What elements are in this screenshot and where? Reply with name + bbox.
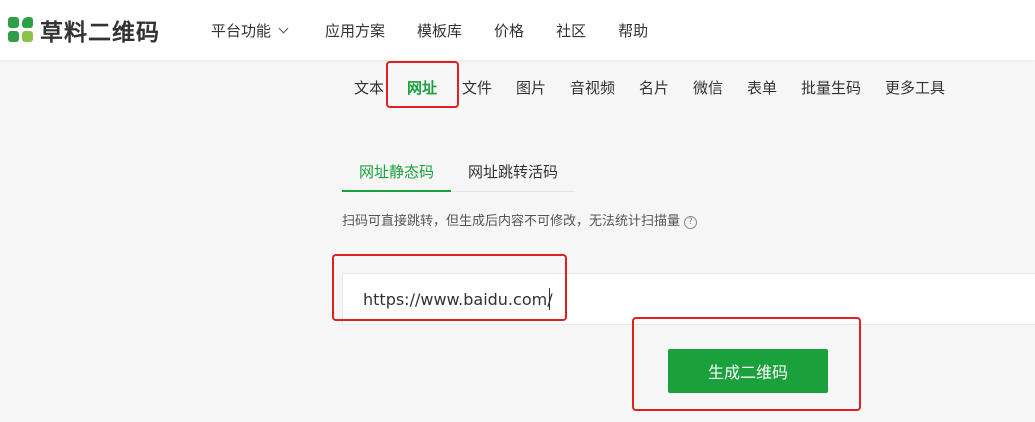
help-icon[interactable]: ? (684, 215, 698, 229)
main-nav: 平台功能 应用方案 模板库 价格 社区 帮助 (211, 0, 648, 60)
nav-item-pricing[interactable]: 价格 (494, 20, 524, 41)
hint-text: 扫码可直接跳转，但生成后内容不可修改，无法统计扫描量 (342, 214, 681, 229)
tab-business-card[interactable]: 名片 (639, 78, 669, 98)
tab-url[interactable]: 网址 (407, 78, 437, 98)
brand-name: 草料二维码 (40, 20, 160, 46)
tab-more-tools[interactable]: 更多工具 (885, 78, 945, 98)
chevron-down-icon (278, 23, 289, 33)
subtab-static-url-code[interactable]: 网址静态码 (359, 162, 434, 182)
url-input-container (342, 273, 1035, 325)
logo-icon (8, 17, 34, 43)
tab-audio-video[interactable]: 音视频 (570, 78, 615, 98)
tab-form[interactable]: 表单 (747, 78, 777, 98)
tab-text[interactable]: 文本 (354, 78, 384, 98)
tab-image[interactable]: 图片 (516, 78, 546, 98)
nav-item-solutions[interactable]: 应用方案 (325, 20, 385, 41)
top-bar: 草料二维码 平台功能 应用方案 模板库 价格 社区 帮助 (0, 0, 1035, 60)
logo[interactable]: 草料二维码 (8, 15, 160, 46)
nav-item-label: 平台功能 (211, 21, 272, 40)
tab-batch-generate[interactable]: 批量生码 (801, 78, 861, 98)
url-input[interactable] (363, 274, 963, 324)
url-subtabs: 网址静态码 网址跳转活码 (342, 152, 575, 192)
subtab-dynamic-redirect-code[interactable]: 网址跳转活码 (468, 162, 558, 182)
active-subtab-indicator (342, 190, 451, 192)
nav-item-templates[interactable]: 模板库 (417, 20, 462, 41)
tab-file[interactable]: 文件 (462, 78, 492, 98)
nav-item-community[interactable]: 社区 (556, 20, 586, 41)
static-code-hint: 扫码可直接跳转，但生成后内容不可修改，无法统计扫描量 ? (342, 213, 698, 231)
text-caret (549, 288, 550, 310)
nav-item-platform-features[interactable]: 平台功能 (211, 20, 289, 41)
nav-item-help[interactable]: 帮助 (618, 20, 648, 41)
generate-qr-button[interactable]: 生成二维码 (668, 349, 828, 393)
tab-wechat[interactable]: 微信 (693, 78, 723, 98)
